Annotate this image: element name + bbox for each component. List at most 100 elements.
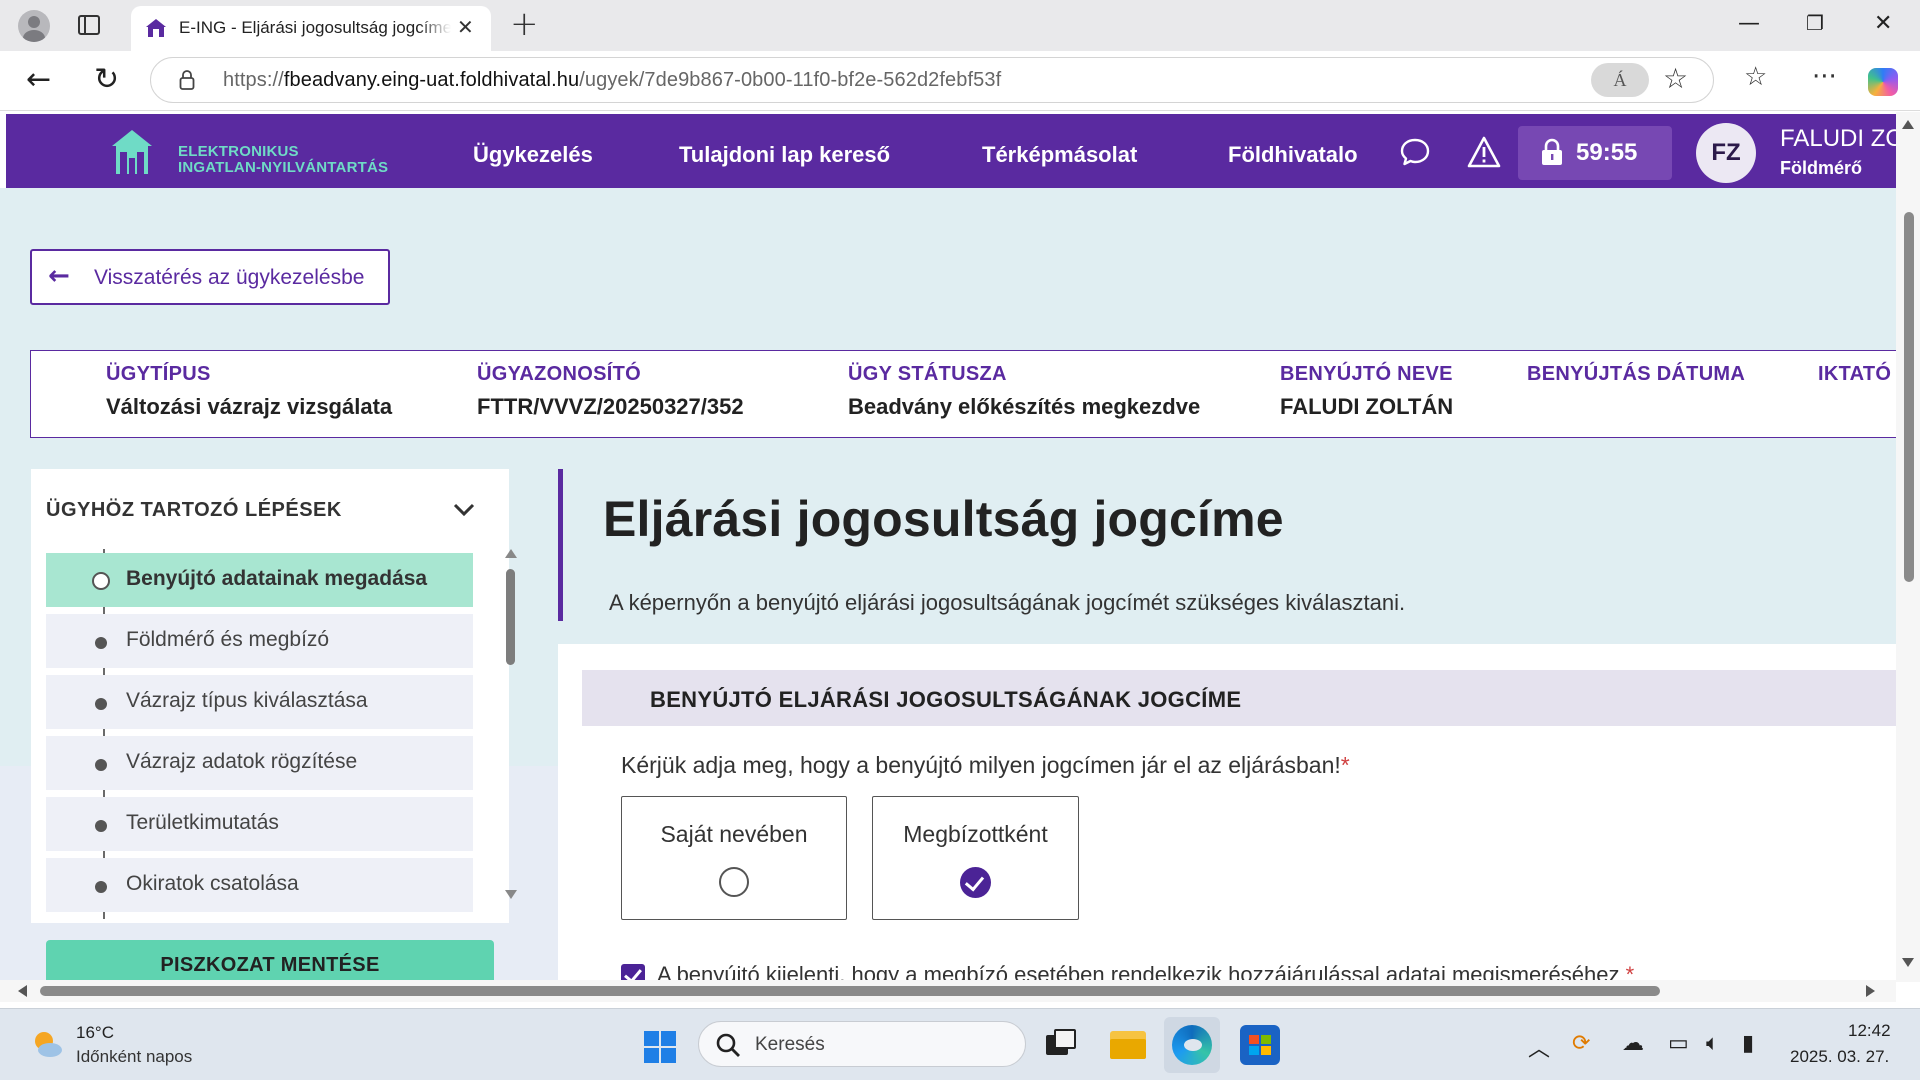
page-horizontal-scrollbar[interactable] (0, 980, 1896, 1002)
url-text: https://fbeadvany.eing-uat.foldhivatal.h… (223, 69, 1002, 91)
step-okiratok-csatolasa[interactable]: Okiratok csatolása (46, 858, 473, 912)
nav-ugykezeles[interactable]: Ügykezelés (473, 142, 593, 168)
option-sajat-neveben[interactable]: Saját nevében (621, 796, 847, 920)
url-field[interactable]: https://fbeadvany.eing-uat.foldhivatal.h… (150, 57, 1714, 103)
step-indicator (92, 572, 110, 590)
option-label: Saját nevében (660, 821, 808, 847)
browser-address-bar: ← ↻ https://fbeadvany.eing-uat.foldhivat… (0, 51, 1920, 111)
microsoft-store-icon[interactable] (1240, 1025, 1280, 1065)
user-name[interactable]: FALUDI ZO (1780, 125, 1904, 153)
sync-icon[interactable]: ⟳ (1572, 1031, 1590, 1056)
clock-time[interactable]: 12:42 (1848, 1021, 1891, 1041)
question-label: Kérjük adja meg, hogy a benyújtó milyen … (621, 752, 1350, 778)
profile-icon[interactable] (18, 10, 50, 42)
chevron-up-icon[interactable]: ︿ (1528, 1031, 1550, 1063)
minimize-icon[interactable]: — (1738, 11, 1760, 36)
step-indicator (95, 820, 107, 832)
logo-text[interactable]: ELEKTRONIKUS INGATLAN-NYILVÁNTARTÁS (178, 144, 388, 176)
step-label: Vázrajz adatok rögzítése (126, 750, 358, 773)
required-marker: * (1340, 752, 1350, 778)
windows-start-icon[interactable] (644, 1031, 676, 1063)
case-type: ÜGYTÍPUS Változási vázrajz vizsgálata (106, 363, 393, 419)
step-label: Benyújtó adatainak megadása (126, 567, 428, 590)
file-explorer-icon[interactable] (1108, 1025, 1148, 1065)
step-foldmero-es-megbizo[interactable]: Földmérő és megbízó (46, 614, 473, 668)
close-window-icon[interactable]: ✕ (1874, 11, 1892, 36)
scroll-thumb[interactable] (1904, 212, 1914, 582)
step-label: Földmérő és megbízó (126, 628, 330, 651)
save-draft-button[interactable]: PISZKOZAT MENTÉSE (46, 940, 494, 982)
copilot-icon[interactable] (1868, 68, 1898, 96)
radio-selected-check-icon[interactable] (960, 867, 991, 898)
favorite-star-icon[interactable]: ☆ (1663, 62, 1688, 95)
weather-temperature[interactable]: 16°C (76, 1023, 114, 1043)
eing-logo-icon[interactable] (110, 128, 154, 176)
favorites-icon[interactable]: ☆ (1744, 62, 1767, 92)
scroll-up-icon[interactable] (505, 549, 517, 558)
step-teruletkimutatas[interactable]: Területkimutatás (46, 797, 473, 851)
step-vazrajz-tipus[interactable]: Vázrajz típus kiválasztása (46, 675, 473, 729)
app-header: ELEKTRONIKUS INGATLAN-NYILVÁNTARTÁS Ügyk… (6, 114, 1904, 188)
session-timer[interactable]: 59:55 (1518, 126, 1672, 180)
task-view-icon[interactable] (1042, 1025, 1082, 1065)
page-title: Eljárási jogosultság jogcíme (603, 491, 1284, 547)
edge-browser-icon[interactable] (1172, 1025, 1212, 1065)
scroll-left-icon[interactable] (18, 985, 27, 997)
tab-title: E-ING - Eljárási jogosultság jogcíme (179, 18, 451, 37)
restore-icon[interactable]: ❐ (1806, 11, 1824, 35)
radio-unselected-icon[interactable] (719, 867, 749, 897)
chat-icon[interactable] (1400, 138, 1430, 166)
weather-description[interactable]: Időnként napos (76, 1047, 192, 1067)
web-page: ELEKTRONIKUS INGATLAN-NYILVÁNTARTÁS Ügyk… (0, 112, 1920, 982)
volume-icon[interactable]: 🔈︎ (1706, 1031, 1719, 1056)
back-to-case-management-button[interactable]: ← Visszatérés az ügykezelésbe (30, 249, 390, 305)
close-tab-icon[interactable]: ✕ (457, 15, 474, 39)
clock-date[interactable]: 2025. 03. 27. (1790, 1047, 1889, 1067)
step-vazrajz-adatok[interactable]: Vázrajz adatok rögzítése (46, 736, 473, 790)
nav-tulajdoni-lap-kereso[interactable]: Tulajdoni lap kereső (679, 142, 890, 168)
taskbar-search-input[interactable]: Keresés (698, 1021, 1026, 1067)
step-indicator (95, 698, 107, 710)
step-indicator (95, 759, 107, 771)
back-arrow-icon[interactable]: ← (26, 62, 51, 97)
scroll-right-icon[interactable] (1866, 985, 1875, 997)
chevron-down-icon[interactable] (451, 499, 477, 519)
reload-icon[interactable]: ↻ (94, 62, 119, 97)
option-megbizottkent[interactable]: Megbízottként (872, 796, 1079, 920)
user-role: Földmérő (1780, 158, 1863, 178)
new-tab-icon[interactable]: + (510, 6, 539, 42)
nav-terkepmasolat[interactable]: Térképmásolat (982, 142, 1137, 168)
case-id: ÜGYAZONOSÍTÓ FTTR/VVVZ/20250327/352 (477, 363, 744, 419)
onedrive-cloud-icon[interactable]: ☁ (1622, 1031, 1644, 1056)
step-benyujto-adatai[interactable]: Benyújtó adatainak megadása (46, 553, 473, 607)
page-description: A képernyőn a benyújtó eljárási jogosult… (609, 590, 1406, 615)
windows-taskbar: 16°C Időnként napos Keresés ︿ ⟳ ☁ ▭ 🔈︎ ▮… (0, 1008, 1920, 1080)
case-submitter: BENYÚJTÓ NEVE FALUDI ZOLTÁN (1280, 363, 1454, 419)
scroll-down-icon[interactable] (1902, 958, 1914, 967)
lock-icon (179, 70, 195, 90)
scroll-up-icon[interactable] (1902, 120, 1914, 129)
section-header: BENYÚJTÓ ELJÁRÁSI JOGOSULTSÁGÁNAK JOGCÍM… (582, 670, 1896, 726)
more-menu-icon[interactable]: ··· (1812, 62, 1837, 92)
avatar[interactable]: FZ (1696, 123, 1756, 183)
scroll-down-icon[interactable] (505, 890, 517, 899)
option-label: Megbízottként (903, 821, 1048, 847)
battery-icon[interactable]: ▮ (1742, 1031, 1754, 1056)
tab-actions-icon[interactable] (78, 15, 100, 35)
warning-icon[interactable] (1467, 136, 1501, 168)
nav-foldhivatalok[interactable]: Földhivatalo (1228, 142, 1358, 168)
read-aloud-icon[interactable]: Á (1591, 63, 1649, 97)
network-icon[interactable]: ▭ (1668, 1031, 1689, 1056)
step-label: Okiratok csatolása (126, 872, 299, 895)
case-info-strip: ÜGYTÍPUS Változási vázrajz vizsgálata ÜG… (30, 350, 1900, 438)
title-accent-bar (558, 469, 563, 621)
browser-tab-bar: E-ING - Eljárási jogosultság jogcíme ✕ +… (0, 0, 1920, 51)
page-vertical-scrollbar[interactable] (1896, 112, 1920, 982)
scroll-thumb[interactable] (40, 986, 1660, 996)
step-indicator (95, 881, 107, 893)
browser-tab-active[interactable]: E-ING - Eljárási jogosultság jogcíme ✕ (131, 6, 491, 51)
scroll-thumb[interactable] (506, 569, 515, 665)
section-title: BENYÚJTÓ ELJÁRÁSI JOGOSULTSÁGÁNAK JOGCÍM… (650, 687, 1242, 712)
steps-scrollbar[interactable] (503, 549, 517, 899)
weather-partly-sunny-icon[interactable] (30, 1029, 64, 1059)
